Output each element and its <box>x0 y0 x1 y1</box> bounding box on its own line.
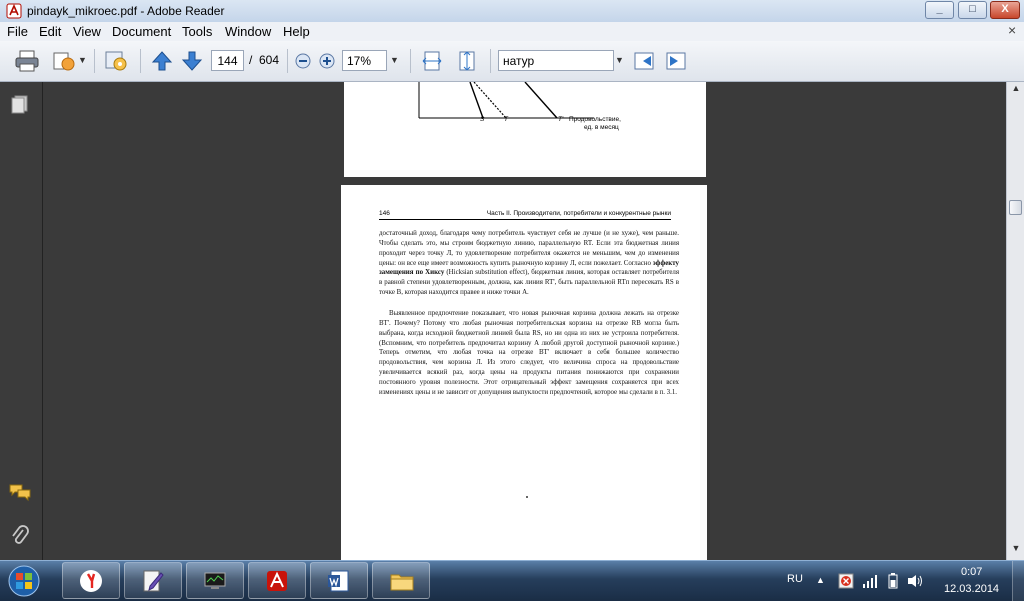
print-icon[interactable] <box>14 49 40 73</box>
scrollbar-thumb[interactable] <box>1009 200 1022 215</box>
toolbar-divider <box>287 49 288 73</box>
running-header: Часть II. Производители, потребители и к… <box>486 210 671 217</box>
pen-document-icon <box>143 570 164 592</box>
graph-axis-label-line1: Продовольствие, <box>569 116 621 123</box>
close-icon: X <box>1001 3 1009 15</box>
title-bar: pindayk_mikroec.pdf - Adobe Reader _ □ X <box>0 0 1024 23</box>
graph-axis-label-line2: ед. в месяц <box>584 124 619 131</box>
page-header: 146 Часть II. Производители, потребители… <box>379 210 671 220</box>
menu-file[interactable]: File <box>7 24 28 39</box>
folder-icon <box>390 574 414 591</box>
maximize-icon: □ <box>969 3 976 15</box>
menu-edit[interactable]: Edit <box>39 24 61 39</box>
menu-tools[interactable]: Tools <box>182 24 212 39</box>
previous-page-arrow-icon[interactable] <box>150 49 174 73</box>
attachments-paperclip-icon[interactable] <box>10 524 30 551</box>
monitor-icon <box>204 572 226 589</box>
toolbar: ▼ 144 / 604 17% ▼ натур ▼ <box>0 41 1024 82</box>
taskbar: RU ▲ 0:07 12.03.2014 <box>0 560 1024 601</box>
network-signal-icon[interactable] <box>862 573 878 592</box>
power-battery-icon[interactable] <box>886 573 900 592</box>
settings-gear-icon[interactable] <box>103 49 131 73</box>
paragraph: Выявленное предпочтение показывает, что … <box>379 310 679 396</box>
show-hidden-icons-chevron-up-icon[interactable]: ▲ <box>816 575 825 585</box>
zoom-out-icon[interactable] <box>295 53 311 77</box>
minimize-icon: _ <box>936 3 943 15</box>
read-mode-icon[interactable] <box>632 49 656 73</box>
paragraph: достаточный доход, благодаря чему потреб… <box>379 229 679 298</box>
fit-width-icon[interactable] <box>420 49 444 73</box>
fit-page-icon[interactable] <box>455 49 479 73</box>
graph-label-t-prime: T' <box>558 116 564 123</box>
menu-window[interactable]: Window <box>225 24 271 39</box>
security-alert-icon[interactable] <box>838 573 854 592</box>
taskbar-yandex-browser[interactable] <box>62 562 120 599</box>
paragraph-text: достаточный доход, благодаря чему потреб… <box>379 230 679 267</box>
full-screen-icon[interactable] <box>664 49 688 73</box>
view-mode-chevron-down-icon[interactable]: ▼ <box>615 55 624 65</box>
close-document-icon[interactable]: × <box>1008 22 1016 38</box>
menu-view[interactable]: View <box>73 24 101 39</box>
document-page: 146 Часть II. Производители, потребители… <box>341 185 707 560</box>
window-title: pindayk_mikroec.pdf - Adobe Reader <box>27 4 225 18</box>
page-number-input[interactable]: 144 <box>211 50 244 71</box>
next-page-arrow-icon[interactable] <box>180 49 204 73</box>
scroll-up-arrow-icon[interactable]: ▲ <box>1008 83 1024 99</box>
vertical-scrollbar[interactable]: ▲ ▼ <box>1006 82 1024 560</box>
indifference-graph <box>418 82 594 119</box>
zoom-dropdown-chevron-icon[interactable]: ▼ <box>390 55 399 65</box>
close-button[interactable]: X <box>990 1 1020 19</box>
view-mode-select[interactable]: натур <box>498 50 614 71</box>
toolbar-divider <box>94 49 95 73</box>
clock-date[interactable]: 12.03.2014 <box>944 583 999 595</box>
menu-help[interactable]: Help <box>283 24 310 39</box>
clock-time[interactable]: 0:07 <box>961 566 982 578</box>
taskbar-microsoft-word[interactable] <box>310 562 368 599</box>
taskbar-system-monitor[interactable] <box>186 562 244 599</box>
page-total: 604 <box>259 53 280 67</box>
language-indicator[interactable]: RU <box>787 573 803 585</box>
pages-icon[interactable] <box>10 94 30 117</box>
previous-page: S T T' Продовольствие, ед. в месяц <box>344 82 706 177</box>
taskbar-editor-app[interactable] <box>124 562 182 599</box>
taskbar-adobe-reader[interactable] <box>248 562 306 599</box>
start-button-windows-logo-icon[interactable] <box>4 564 44 598</box>
maximize-button[interactable]: □ <box>958 1 987 19</box>
navigation-panel <box>0 82 43 560</box>
comments-icon[interactable] <box>8 482 32 505</box>
menu-document[interactable]: Document <box>112 24 171 39</box>
show-desktop-button[interactable] <box>1012 561 1024 601</box>
scroll-down-arrow-icon[interactable]: ▼ <box>1008 543 1024 559</box>
yandex-browser-icon <box>80 570 102 592</box>
taskbar-file-explorer[interactable] <box>372 562 430 599</box>
page-mark <box>526 496 528 498</box>
zoom-in-icon[interactable] <box>319 53 335 77</box>
adobe-reader-icon <box>267 571 287 591</box>
toolbar-divider <box>490 49 491 73</box>
word-icon <box>328 570 349 592</box>
chevron-down-icon[interactable]: ▼ <box>78 55 87 65</box>
volume-speaker-icon[interactable] <box>906 573 924 592</box>
toolbar-divider <box>140 49 141 73</box>
graph-label-s: S <box>480 116 485 123</box>
document-viewport[interactable]: S T T' Продовольствие, ед. в месяц 146 Ч… <box>43 82 1006 560</box>
minimize-button[interactable]: _ <box>925 1 954 19</box>
adobe-reader-app-icon <box>6 3 22 19</box>
page-number: 146 <box>379 210 390 217</box>
toolbar-divider <box>410 49 411 73</box>
page-separator: / <box>249 53 253 67</box>
share-icon[interactable] <box>50 49 76 73</box>
graph-label-t: T <box>504 116 508 123</box>
zoom-level-input[interactable]: 17% <box>342 50 387 71</box>
menu-bar: File Edit View Document Tools Window Hel… <box>0 22 1024 41</box>
